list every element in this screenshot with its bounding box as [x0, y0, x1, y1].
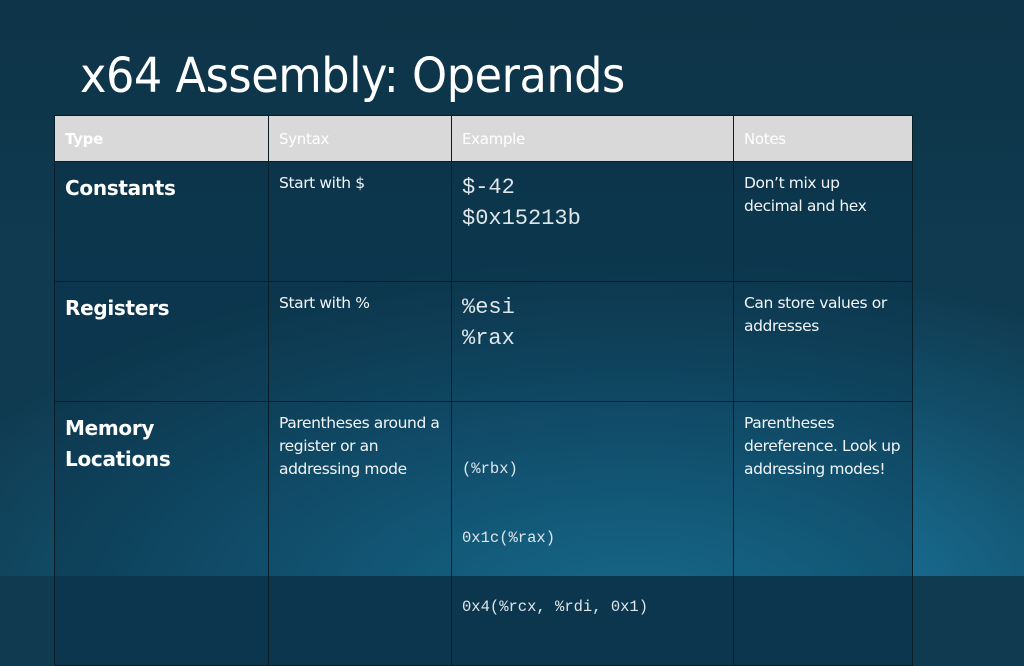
header-syntax: Syntax — [268, 115, 452, 162]
example-line: (%rbx) — [462, 460, 518, 478]
example-line: $0x15213b — [462, 206, 581, 231]
example-line: 0x1c(%rax) — [462, 529, 556, 547]
slide-title: x64 Assembly: Operands — [80, 48, 625, 104]
header-example: Example — [451, 115, 734, 162]
header-type: Type — [54, 115, 269, 162]
notes-cell: Parentheses dereference. Look up address… — [733, 401, 913, 666]
example-line: %rax — [462, 326, 515, 351]
notes-cell: Don’t mix up decimal and hex — [733, 161, 913, 282]
type-cell: Constants — [54, 161, 269, 282]
type-cell: Memory Locations — [54, 401, 269, 666]
example-cell: (%rbx) 0x1c(%rax) 0x4(%rcx, %rdi, 0x1) — [451, 401, 734, 666]
table-row-constants: Constants Start with $ $-42 $0x15213b Do… — [54, 161, 913, 282]
notes-cell: Can store values or addresses — [733, 281, 913, 402]
example-line: 0x4(%rcx, %rdi, 0x1) — [462, 598, 649, 616]
type-cell: Registers — [54, 281, 269, 402]
table-row-registers: Registers Start with % %esi %rax Can sto… — [54, 281, 913, 402]
syntax-cell: Start with $ — [268, 161, 452, 282]
example-line: %esi — [462, 295, 515, 320]
syntax-cell: Start with % — [268, 281, 452, 402]
table-row-memory-locations: Memory Locations Parentheses around a re… — [54, 401, 913, 666]
operands-table: Type Syntax Example Notes Constants Star… — [54, 115, 913, 666]
syntax-cell: Parentheses around a register or an addr… — [268, 401, 452, 666]
table-header-row: Type Syntax Example Notes — [54, 115, 913, 162]
example-cell: %esi %rax — [451, 281, 734, 402]
example-line: $-42 — [462, 175, 515, 200]
example-cell: $-42 $0x15213b — [451, 161, 734, 282]
header-notes: Notes — [733, 115, 913, 162]
